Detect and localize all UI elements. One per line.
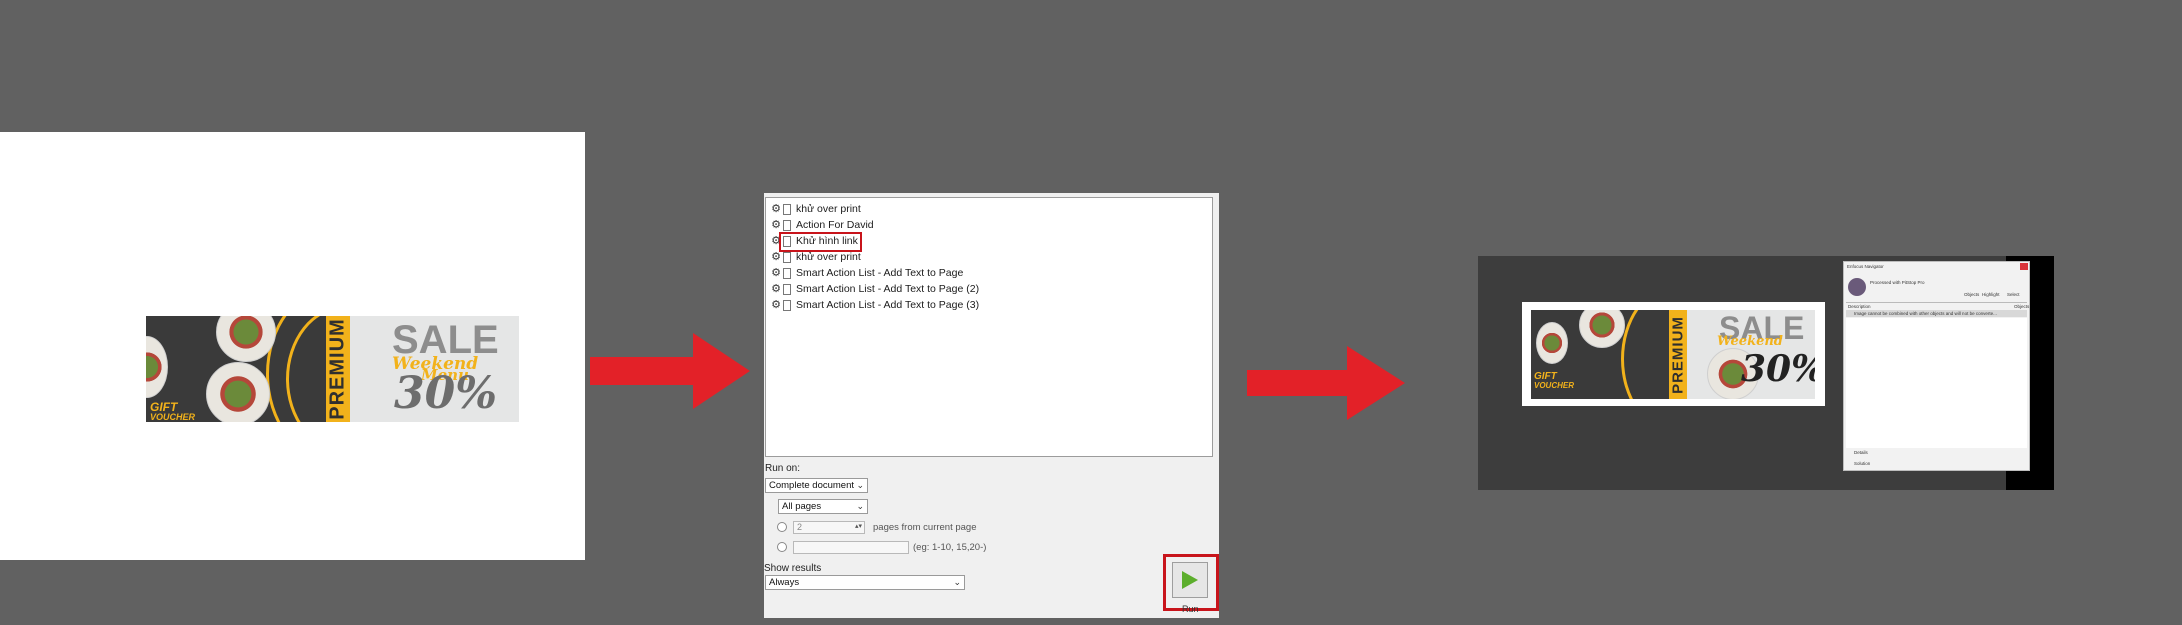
- chevron-down-icon: ⌄: [856, 480, 864, 490]
- list-item[interactable]: ⚙ Action For David: [770, 217, 874, 233]
- objects-header: Objects: [2014, 304, 2030, 309]
- objects-label: Objects: [1964, 292, 1980, 297]
- avatar: [1848, 278, 1866, 296]
- page-range-radio[interactable]: [777, 542, 787, 552]
- right-arrow-icon: [590, 333, 750, 409]
- voucher-text: VOUCHER: [150, 412, 196, 422]
- list-item-label: khử over print: [796, 251, 861, 263]
- select-checkbox[interactable]: Select: [2007, 292, 2020, 297]
- list-item-label: Smart Action List - Add Text to Page (3): [796, 299, 980, 311]
- action-list[interactable]: ⚙ khử over print ⚙ Action For David ⚙ Kh…: [765, 197, 1213, 457]
- issue-text: Image cannot be combined with other obje…: [1854, 311, 1997, 316]
- food-plate-image: [206, 362, 270, 422]
- document-icon: [783, 283, 791, 295]
- run-button-label: Run: [1182, 604, 1199, 614]
- page-preview: GIFT VOUCHER PREMIUM SALE Weekend 30%: [1522, 302, 1825, 406]
- document-icon: [783, 299, 791, 311]
- description-header: Description: [1848, 304, 1871, 309]
- run-on-select[interactable]: Complete document ⌄: [765, 478, 868, 493]
- window-title: Enfocus Navigator: [1847, 264, 1884, 269]
- close-icon[interactable]: [2020, 263, 2028, 270]
- list-item-label: Action For David: [796, 219, 874, 231]
- list-item[interactable]: ⚙ Smart Action List - Add Text to Page (…: [770, 297, 979, 313]
- discount-text: 30%: [1741, 348, 1815, 390]
- discount-text: 30%: [394, 368, 498, 419]
- document-icon: [783, 251, 791, 263]
- pages-count-value: 2: [797, 522, 803, 532]
- play-icon: [1182, 571, 1198, 589]
- navigator-window: Enfocus Navigator Processed with PitStop…: [1843, 261, 2030, 471]
- voucher-text: VOUCHER: [1534, 381, 1575, 390]
- divider: [1846, 302, 2027, 303]
- action-list-dialog: ⚙ khử over print ⚙ Action For David ⚙ Kh…: [764, 193, 1219, 618]
- chevron-down-icon: ⌄: [856, 501, 864, 511]
- list-item[interactable]: ⚙ Smart Action List - Add Text to Page: [770, 265, 963, 281]
- right-arrow-icon: [1247, 346, 1405, 420]
- highlight-checkbox[interactable]: Highlight: [1982, 292, 2000, 297]
- pages-select[interactable]: All pages ⌄: [778, 499, 868, 514]
- processed-text: Processed with PitStop Pro: [1870, 280, 1925, 285]
- show-results-value: Always: [769, 577, 800, 588]
- list-item-label: Smart Action List - Add Text to Page (2): [796, 283, 980, 295]
- result-screenshot: GIFT VOUCHER PREMIUM SALE Weekend 30% En…: [1478, 256, 2054, 490]
- page-range-input[interactable]: [793, 541, 909, 554]
- issue-list: [1846, 318, 2027, 448]
- document-canvas: GIFT VOUCHER PREMIUM SALE Weekend Menu 3…: [0, 132, 585, 560]
- voucher-banner: GIFT VOUCHER PREMIUM SALE Weekend 30%: [1531, 310, 1815, 399]
- run-button[interactable]: [1172, 562, 1208, 598]
- page-range-hint: (eg: 1-10, 15,20-): [913, 542, 987, 553]
- pages-from-current-label: pages from current page: [873, 522, 977, 533]
- gear-icon: ⚙: [771, 283, 781, 295]
- pages-from-current-radio[interactable]: [777, 522, 787, 532]
- pages-count-stepper[interactable]: 2 ▴▾: [793, 521, 865, 534]
- list-item-label: khử over print: [796, 203, 861, 215]
- gear-icon: ⚙: [771, 219, 781, 231]
- show-results-select[interactable]: Always ⌄: [765, 575, 965, 590]
- pages-value: All pages: [782, 501, 822, 512]
- gear-icon: ⚙: [771, 299, 781, 311]
- premium-text: PREMIUM: [326, 318, 349, 420]
- document-icon: [783, 203, 791, 215]
- run-on-value: Complete document: [769, 480, 855, 491]
- document-icon: [783, 219, 791, 231]
- stepper-arrows-icon[interactable]: ▴▾: [855, 521, 862, 532]
- list-item-label: Smart Action List - Add Text to Page: [796, 267, 964, 279]
- food-plate-image: [1536, 322, 1568, 364]
- list-item[interactable]: ⚙ Smart Action List - Add Text to Page (…: [770, 281, 979, 297]
- show-results-label: Show results: [764, 563, 822, 574]
- gear-icon: ⚙: [771, 267, 781, 279]
- premium-text: PREMIUM: [1669, 315, 1687, 394]
- solution-section[interactable]: Solution: [1854, 461, 1870, 466]
- voucher-banner: GIFT VOUCHER PREMIUM SALE Weekend Menu 3…: [146, 316, 519, 422]
- list-item[interactable]: ⚙ khử over print: [770, 249, 861, 265]
- gear-icon: ⚙: [771, 203, 781, 215]
- gear-icon: ⚙: [771, 251, 781, 263]
- document-icon: [783, 267, 791, 279]
- chevron-down-icon: ⌄: [953, 577, 961, 587]
- run-on-label: Run on:: [765, 463, 801, 474]
- details-section[interactable]: Details: [1854, 450, 1868, 455]
- list-item[interactable]: ⚙ khử over print: [770, 201, 861, 217]
